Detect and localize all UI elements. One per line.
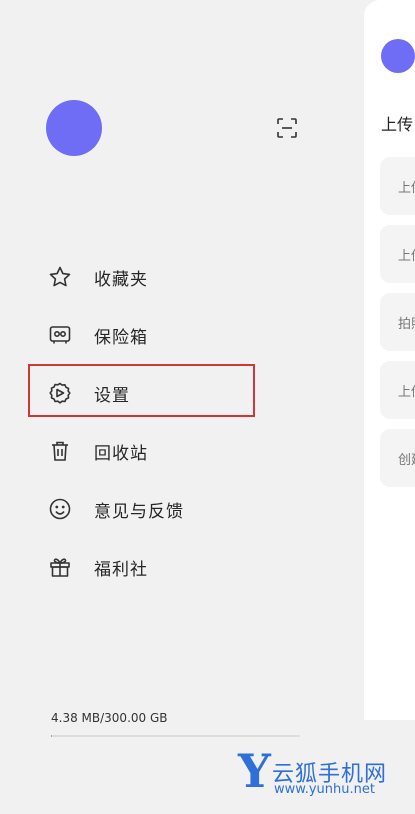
panel-avatar[interactable] <box>381 39 415 73</box>
smiley-icon <box>46 495 74 523</box>
scan-button[interactable] <box>274 115 300 141</box>
upload-card-2[interactable]: 上传 <box>380 225 415 283</box>
create-card[interactable]: 创建 <box>380 429 415 487</box>
upload-card-1[interactable]: 上传 <box>380 157 415 215</box>
card-label: 上传 <box>398 249 415 264</box>
menu-item-welfare[interactable]: 福利社 <box>46 547 148 587</box>
menu-label-feedback: 意见与反馈 <box>94 501 184 522</box>
upload-card-3[interactable]: 上传 <box>380 361 415 419</box>
photo-card[interactable]: 拍照 <box>380 293 415 351</box>
menu-label-favorites: 收藏夹 <box>94 269 148 290</box>
watermark: Y 云狐手机网 www.yunhu.net <box>238 744 415 810</box>
menu-item-recycle-bin[interactable]: 回收站 <box>46 431 148 471</box>
main-panel[interactable] <box>364 0 415 720</box>
menu-item-safe[interactable]: 保险箱 <box>46 315 148 355</box>
storage-progress-fill <box>51 735 52 737</box>
menu-label-welfare: 福利社 <box>94 559 148 580</box>
panel-title: 上传 <box>381 115 414 134</box>
star-icon <box>46 263 74 291</box>
watermark-logo-letter: Y <box>238 744 271 798</box>
menu-item-favorites[interactable]: 收藏夹 <box>46 257 148 297</box>
trash-icon <box>46 437 74 465</box>
menu-label-safe: 保险箱 <box>94 327 148 348</box>
watermark-url: www.yunhu.net <box>274 782 375 797</box>
menu-item-feedback[interactable]: 意见与反馈 <box>46 489 184 529</box>
card-label: 创建 <box>398 453 415 468</box>
storage-progress-bar <box>51 735 300 737</box>
card-label: 拍照 <box>398 317 415 332</box>
storage-text: 4.38 MB/300.00 GB <box>51 711 168 725</box>
scan-icon <box>277 118 297 138</box>
gift-icon <box>46 553 74 581</box>
card-label: 上传 <box>398 181 415 196</box>
safe-icon <box>46 321 74 349</box>
card-label: 上传 <box>398 385 415 400</box>
navigation-drawer: 收藏夹 保险箱 设置 回收站 意见与反馈 福利社 4.38 MB/300.00 … <box>0 0 364 814</box>
avatar[interactable] <box>46 100 102 156</box>
settings-highlight-box <box>28 364 255 417</box>
menu-label-recycle-bin: 回收站 <box>94 443 148 464</box>
